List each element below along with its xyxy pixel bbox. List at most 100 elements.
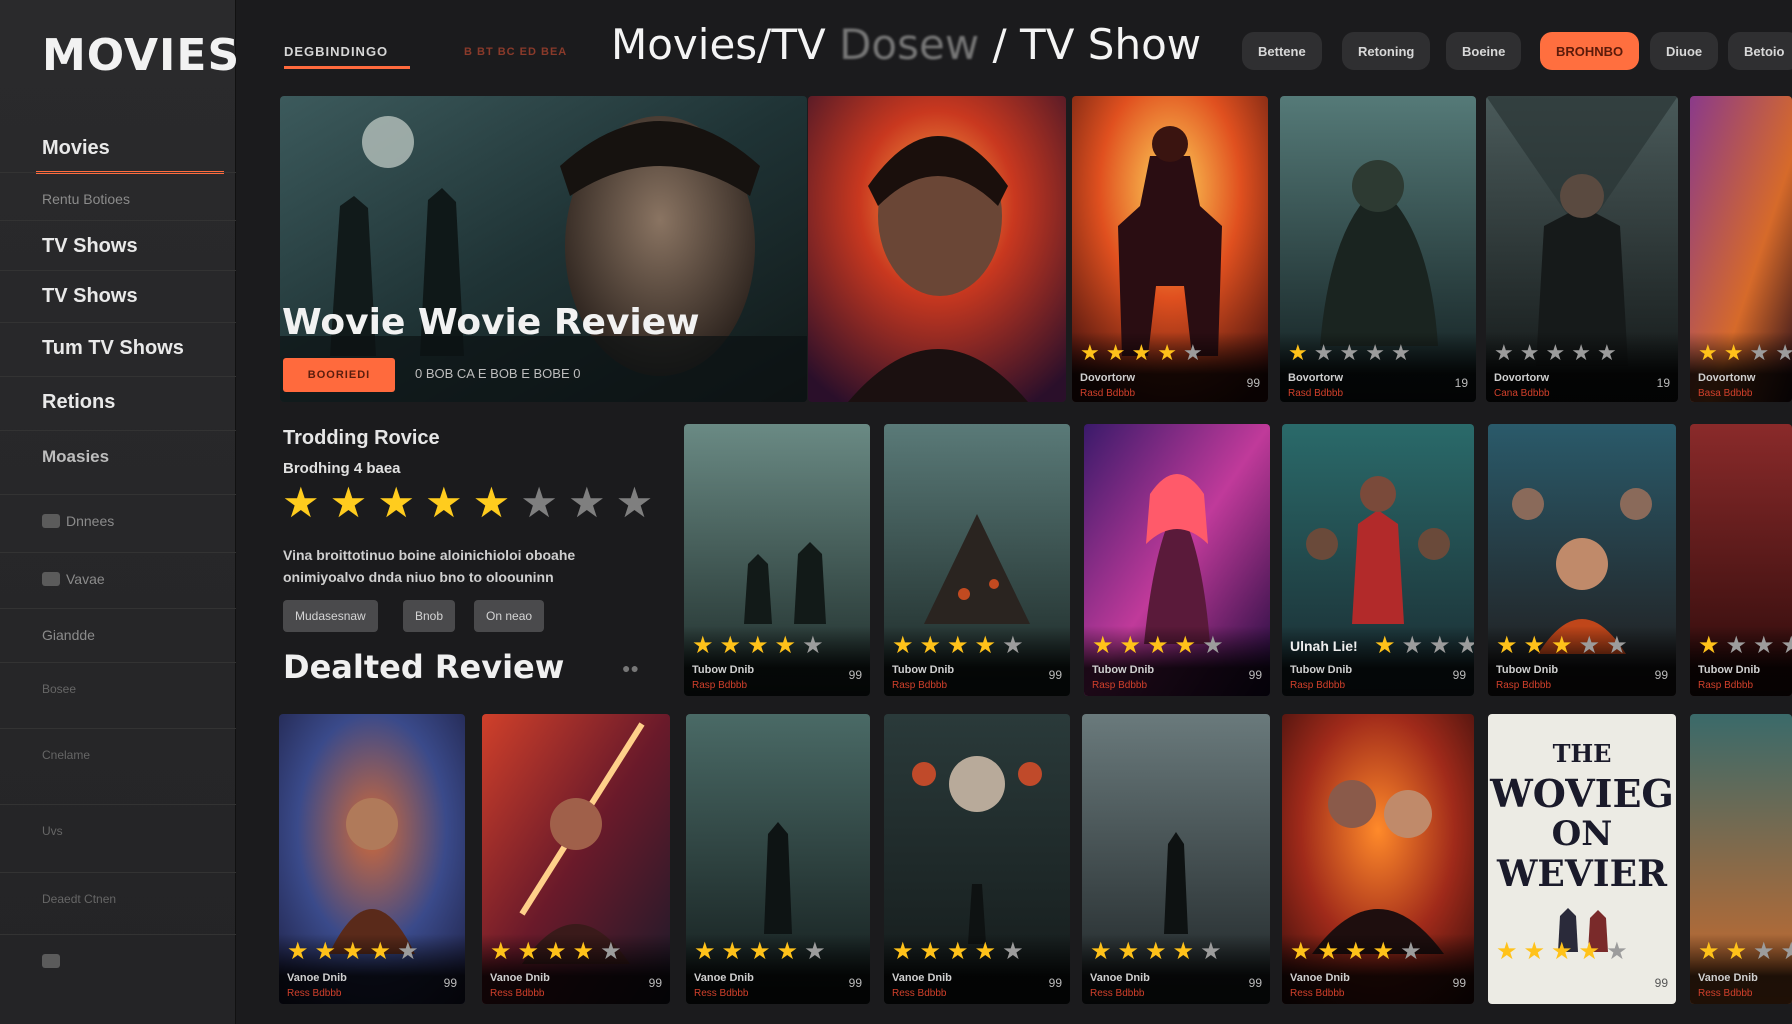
hero-meta: 0 BOB CA E BOB E BOBE 0 [415,366,581,381]
sidebar-item-gianddle[interactable]: Giandde [0,608,236,660]
star-filled-icon: ★ [719,632,742,659]
poster-card[interactable]: ★ ★ ★ ★ ★ Tubow Dnib Rasp Bdbbb 99 [684,424,870,696]
star-filled-icon: ★ [472,479,511,526]
star-empty-icon: ★ [1494,340,1514,365]
poster-card[interactable]: ★ ★ ★ ★ ★ Vanoe Dnib Ress Bdbbb 99 [686,714,870,1004]
star-empty-icon: ★ [600,938,622,965]
star-empty-icon: ★ [1596,340,1617,365]
hero-cta-button[interactable]: BOORIEDI [283,358,395,392]
filter-pill[interactable]: Betoio [1728,32,1792,70]
star-filled-icon: ★ [329,479,368,526]
star-filled-icon: ★ [490,938,512,965]
star-empty-icon: ★ [520,479,558,526]
poster-title: Tubow Dnib [892,664,955,676]
hero-banner[interactable] [280,96,807,402]
trending-chip[interactable]: On neao [474,600,545,632]
more-icon[interactable]: ●● [622,660,639,676]
featured-poster-artwork [808,96,1066,402]
poster-rating-badge: 19 [1656,376,1670,390]
poster-title: Dovortorw [1494,372,1549,384]
poster-subtitle: Rasp Bdbbb [1698,680,1754,691]
star-empty-icon: ★ [397,938,419,965]
section-title: Dealted Review [283,648,565,686]
sidebar-item-icon [42,953,60,968]
poster-card[interactable]: ★★★★★ Tubow Dnib Rasp Bdbbb [1690,424,1792,696]
sidebar-item-top-tv-shows[interactable]: Tum TV Shows [0,322,236,374]
star-filled-icon: ★ [517,938,540,965]
sidebar-item-extra[interactable] [0,934,236,986]
star-filled-icon: ★ [1090,938,1112,965]
star-rating: ★★★★★ [892,940,1024,964]
sidebar-item-ratings[interactable]: Retions [0,376,236,428]
poster-card[interactable]: ★ ★ ★ ★ ★ Vanoe Dnib Ress Bdbbb 99 [884,714,1070,1004]
star-empty-icon: ★ [1519,340,1540,365]
top-nav-link-active[interactable]: DEGBINDINGO [284,44,411,69]
poster-card[interactable]: ★ ★ ★ ★ ★ Vanoe Dnib Ress Bdbbb 99 [279,714,465,1004]
star-filled-icon: ★ [1723,340,1744,365]
star-filled-icon: ★ [572,938,595,965]
sidebar-item-deaedt[interactable]: Deaedt Ctnen [0,872,236,924]
poster-card[interactable]: ★ ★ ★ ★ ★ Bovortorw Rasd Bdbbb 19 [1280,96,1476,402]
page-title: Movies/TV Dosew / TV Show [611,20,1201,69]
poster-title: Vanoe Dnib [287,972,347,984]
star-filled-icon: ★ [1117,938,1140,965]
poster-title: Vanoe Dnib [1698,972,1758,984]
sidebar: MOVIES Movies Rentu Botioes TV Shows TV … [0,0,239,1024]
filter-pill[interactable]: Diuoe [1650,32,1719,70]
star-filled-icon: ★ [1578,938,1601,965]
poster-subtitle: Rasp Bdbbb [892,680,948,691]
poster-subtitle: Rasp Bdbbb [1290,680,1346,691]
sidebar-item-movies-2[interactable]: Moasies [0,430,236,482]
sidebar-item-uvs[interactable]: Uvs [0,804,236,856]
sidebar-item-label: Dnnees [66,512,115,529]
star-filled-icon: ★ [1288,340,1308,365]
star-filled-icon: ★ [776,938,799,965]
poster-rating-badge: 99 [648,976,662,990]
filter-pill[interactable]: Bettene [1242,32,1322,70]
sidebar-item-label: Bosee [42,681,77,696]
star-empty-icon: ★ [804,938,826,965]
poster-card[interactable]: ★ ★ ★ ★ ★ Vanoe Dnib Ress Bdbbb 99 [482,714,670,1004]
poster-subtitle: Ress Bdbbb [287,988,342,999]
poster-card[interactable]: ★ ★ ★ ★ ★ Tubow Dnib Rasp Bdbbb 99 [1488,424,1676,696]
poster-card[interactable]: ★★★★★ Vanoe Dnib Ress Bdbbb [1690,714,1792,1004]
star-filled-icon: ★ [1172,938,1195,965]
poster-subtitle: Ress Bdbbb [892,988,947,999]
poster-card[interactable]: Ulnah Lie! ★★★★★ Tubow Dnib Rasp Bdbbb 9… [1282,424,1474,696]
sidebar-item-label: Deaedt Ctnen [42,891,117,906]
poster-title: Tubow Dnib [692,664,755,676]
featured-poster[interactable] [808,96,1066,402]
app-root: MOVIES Movies Rentu Botioes TV Shows TV … [0,0,1792,1024]
poster-card[interactable]: ★ ★ ★ ★ ★ Vanoe Dnib Ress Bdbbb 99 [1082,714,1270,1004]
trending-chip[interactable]: Bnob [403,600,456,632]
poster-card[interactable]: ★ ★ ★ ★ ★ Tubow Dnib Rasp Bdbbb 99 [884,424,1070,696]
poster-card[interactable]: ★ ★ ★ ★ ★ Vanoe Dnib Ress Bdbbb 99 [1282,714,1474,1004]
star-filled-icon: ★ [919,938,942,965]
star-empty-icon: ★ [1606,632,1628,659]
poster-title: Vanoe Dnib [490,972,550,984]
sidebar-item-tv-shows[interactable]: TV Shows [0,220,236,272]
sidebar-item-bosee[interactable]: Bosee [0,662,236,714]
poster-card[interactable]: ★ ★ ★ ★ ★ Tubow Dnib Rasp Bdbbb 99 [1084,424,1270,696]
trending-chip[interactable]: Mudasesnaw [283,600,378,632]
poster-card[interactable]: THE WOVIEG ON WEVIER ★ ★ ★ ★ ★ 99 [1488,714,1676,1004]
star-rating: ★★★★★ [1698,940,1792,964]
sidebar-item-dinners[interactable]: Dnnees [0,494,236,546]
poster-card[interactable]: ★★★★★ Dovortonw Basa Bdbbb [1690,96,1792,402]
filter-pill-active[interactable]: BROHNBO [1540,32,1640,70]
filter-pill[interactable]: Retoning [1342,32,1431,70]
sidebar-item-rentals[interactable]: Rentu Botioes [0,172,236,224]
sidebar-item-movies[interactable]: Movies [0,122,236,174]
star-empty-icon: ★ [1182,340,1203,365]
star-filled-icon: ★ [1345,938,1367,965]
poster-card[interactable]: ★ ★ ★ ★ ★ Dovortorw Cana Bdbbb 19 [1486,96,1678,402]
star-filled-icon: ★ [892,632,914,659]
filter-pill[interactable]: Boeine [1446,32,1522,70]
sidebar-item-cnelame[interactable]: Cnelame [0,728,236,780]
sidebar-item-vavae[interactable]: Vavae [0,552,236,604]
top-nav-link[interactable]: B BT BC ED BEA [464,46,567,58]
app-logo[interactable]: MOVIES [42,30,240,81]
poster-card[interactable]: ★ ★ ★ ★ ★ Dovortorw Rasd Bdbbb 99 [1072,96,1268,402]
sidebar-item-tv-shows-2[interactable]: TV Shows [0,270,236,322]
hero-artwork [280,96,807,402]
